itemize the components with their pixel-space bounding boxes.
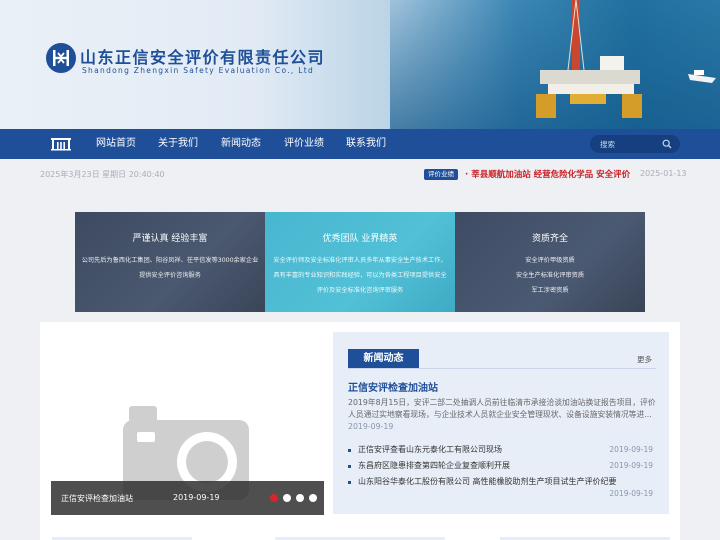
current-datetime: 2025年3月23日 星期日 20:40:40 [40,170,165,179]
slider-dot-2[interactable] [283,494,291,502]
search-icon[interactable] [662,139,672,149]
news-headline[interactable]: 正信安评检查加油站 [348,379,438,394]
panel-line: 公司先后为鲁西化工集团、阳谷凤祥、茌平信发等3000余家企业 [81,257,259,264]
feature-panel-qualifications: 资质齐全 安全评价甲级资质 安全生产标准化评审资质 军工涉密资质 [455,212,645,312]
nav-item-projects[interactable]: 评价业绩 [284,129,324,159]
oil-rig-image [536,0,642,118]
slider-dot-3[interactable] [296,494,304,502]
hx-logo-icon[interactable] [46,43,76,73]
feature-panel-team: 优秀团队 业界精英 安全评价师及安全标准化评审人员多年从事安全生产技术工作， 具… [265,212,455,312]
news-item-date: 2019-09-19 [609,461,653,470]
panel-line: 安全评价甲级资质 [525,257,575,264]
search-input[interactable] [598,135,658,153]
home-gate-icon[interactable] [50,137,72,151]
panel-line: 安全评价师及安全标准化评审人员多年从事安全生产技术工作， [273,257,447,264]
news-list-item[interactable]: 正信安评查看山东元泰化工有限公司现场 2019-09-19 [348,444,656,458]
nav-item-news[interactable]: 新闻动态 [221,129,261,159]
feature-panel-experience: 严谨认真 经验丰富 公司先后为鲁西化工集团、阳谷凤祥、茌平信发等3000余家企业… [75,212,265,312]
nav-item-contact[interactable]: 联系我们 [346,129,386,159]
bullet-icon [348,465,351,468]
news-summary: 2019年8月15日，安评二部二处抽调人员前往临清市承接洽谈加油站换证报告项目，… [348,397,656,433]
slider-dot-1[interactable] [270,494,278,502]
ticker-link[interactable]: · 莘县顺航加油站 经营危险化学品 安全评价 [465,168,630,180]
news-list-item[interactable]: 东昌府区隐患排查第四轮企业复查顺利开展 2019-09-19 [348,460,656,474]
panel-line: 具有丰富的专业知识和实践经验，可以为各类工程项目提供安全 [273,272,447,279]
news-item-title: 东昌府区隐患排查第四轮企业复查顺利开展 [358,461,510,470]
slide-date: 2019-09-19 [173,493,220,502]
nav-item-about[interactable]: 关于我们 [158,129,198,159]
news-item-title: 正信安评查看山东元泰化工有限公司现场 [358,445,502,454]
news-more-link[interactable]: 更多 [637,354,652,365]
news-item-date: 2019-09-19 [609,489,653,498]
main-nav: 网站首页 关于我们 新闻动态 评价业绩 联系我们 [0,129,720,159]
news-list-item[interactable]: 山东阳谷华泰化工股份有限公司 高性能橡胶助剂生产项目试生产评价纪要 2019-0… [348,476,656,498]
ticker-tag: 评价业绩 [424,169,458,180]
panel-line: 军工涉密资质 [531,287,569,294]
panel-title: 严谨认真 经验丰富 [132,234,208,244]
news-tab[interactable]: 新闻动态 [348,349,419,368]
news-summary-text: 2019年8月15日，安评二部二处抽调人员前往临清市承接洽谈加油站换证报告项目，… [348,398,656,419]
news-summary-date: 2019-09-19 [348,422,394,431]
news-item-title: 山东阳谷华泰化工股份有限公司 高性能橡胶助剂生产项目试生产评价纪要 [358,477,617,486]
company-name-en: Shandong Zhengxin Safety Evaluation Co.,… [82,66,315,75]
panel-line: 评价及安全标准化咨询评审服务 [316,287,404,294]
search-box [590,135,680,153]
panel-line: 安全生产标准化评审资质 [515,272,585,279]
company-name-cn: 山东正信安全评价有限责任公司 [80,48,326,67]
header-banner: 山东正信安全评价有限责任公司 Shandong Zhengxin Safety … [0,0,720,129]
news-divider [348,368,656,369]
panel-title: 资质齐全 [531,234,568,244]
nav-item-home[interactable]: 网站首页 [96,129,136,159]
bullet-icon [348,481,351,484]
news-item-date: 2019-09-19 [609,445,653,454]
boat-image [688,70,716,83]
panel-title: 优秀团队 业界精英 [322,234,398,244]
slider-caption: 正信安评检查加油站 2019-09-19 [51,481,324,515]
bullet-icon [348,449,351,452]
ticker-date: 2025-01-13 [640,169,687,178]
panel-line: 提供安全评价咨询服务 [139,272,201,279]
slide-title[interactable]: 正信安评检查加油站 [61,493,133,504]
slider-dot-4[interactable] [309,494,317,502]
